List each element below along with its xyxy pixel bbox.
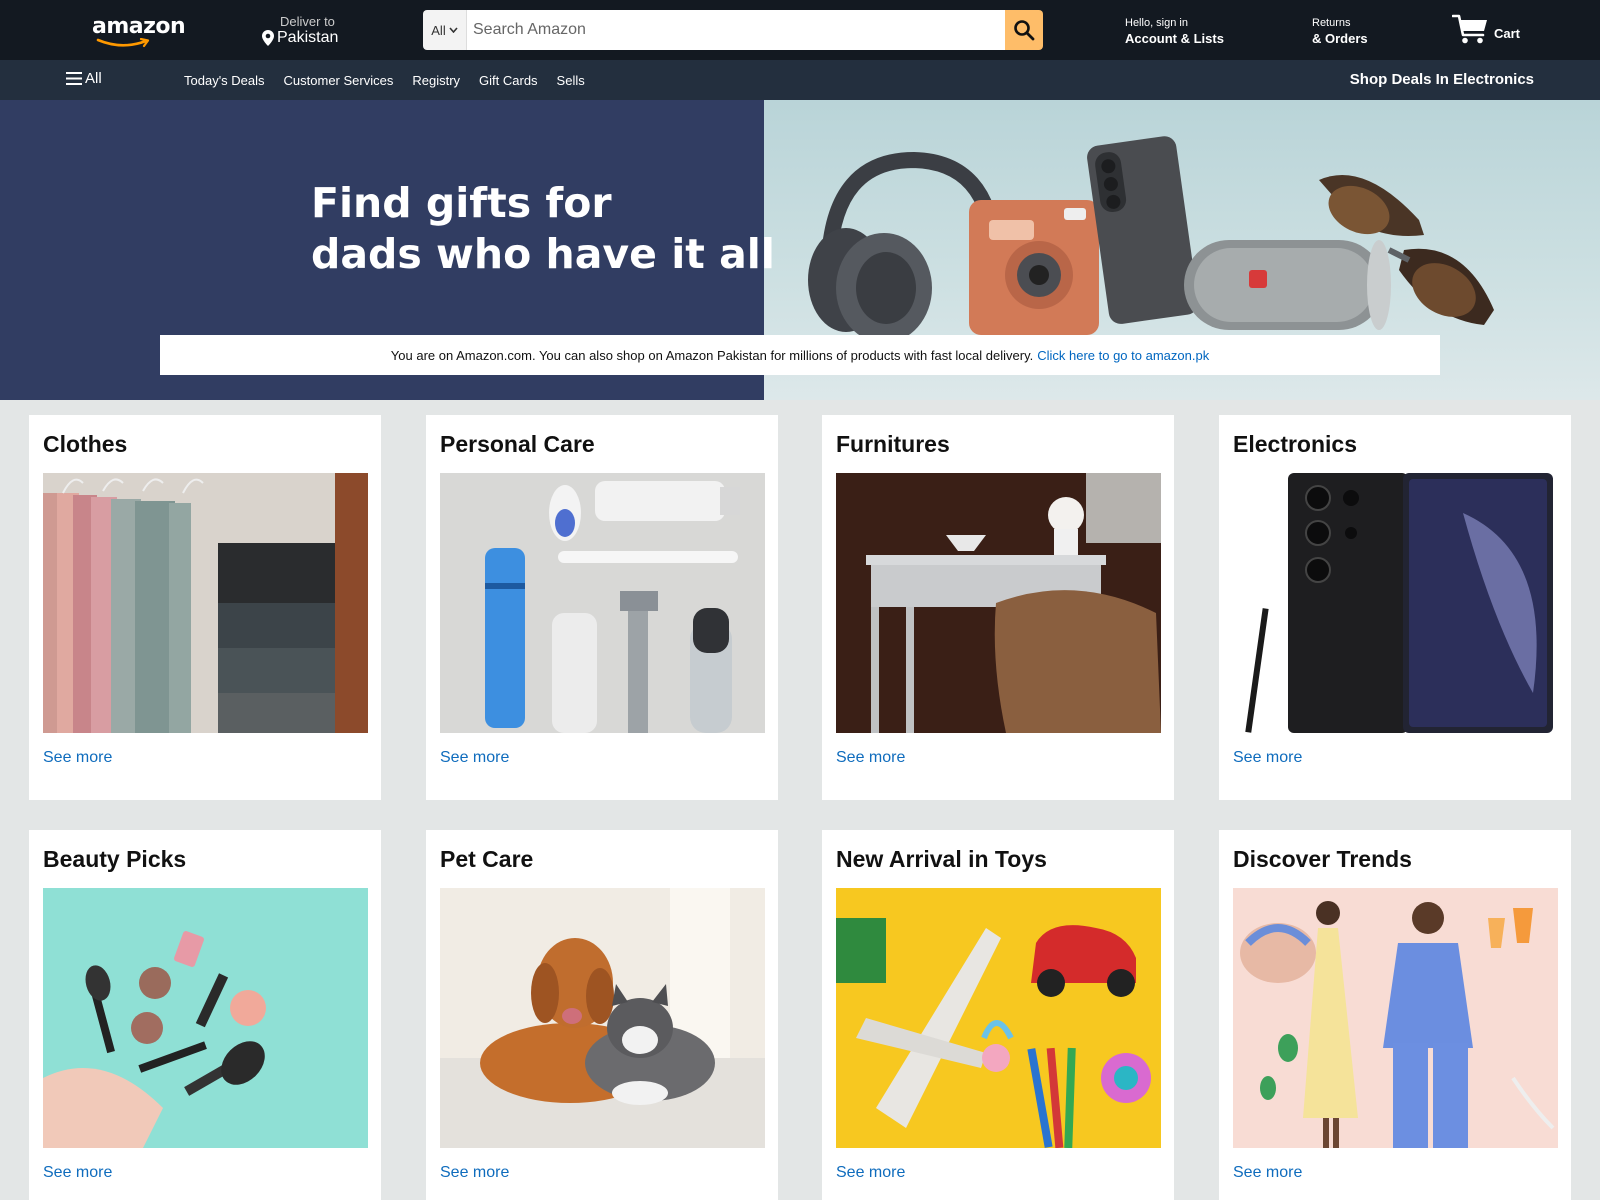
shop-deals-electronics-link[interactable]: Shop Deals In Electronics [1350,71,1534,88]
search-input[interactable] [467,10,1005,50]
cart-button[interactable]: Cart [1452,13,1520,45]
see-more-link[interactable]: See more [836,1164,1160,1182]
nav-link-sells[interactable]: Sells [557,73,585,88]
deliver-location: Pakistan [262,29,362,47]
cart-icon [1452,14,1487,44]
card-image-pet-care[interactable] [440,888,765,1148]
card-image-toys[interactable] [836,888,1161,1148]
card-title: Furnitures [836,431,950,457]
category-card-electronics[interactable]: Electronics See more [1219,415,1571,800]
pin-icon [262,30,274,46]
hero-banner[interactable]: Find gifts for dads who have it all You … [0,100,1600,400]
card-title: New Arrival in Toys [836,846,1047,872]
category-card-clothes[interactable]: Clothes See more [29,415,381,800]
card-image-clothes[interactable] [43,473,368,733]
category-card-pet-care[interactable]: Pet Care See more [426,830,778,1200]
nav-link-customer-services[interactable]: Customer Services [284,73,394,88]
go-to-amazon-pk-link[interactable]: Click here to go to amazon.pk [1037,348,1209,363]
hero-headline-line2: dads who have it all [311,230,775,278]
logo-text: amazon [92,14,186,39]
category-card-beauty-picks[interactable]: Beauty Picks See more [29,830,381,1200]
subnav-links: Today's Deals Customer Services Registry… [184,73,585,88]
card-title: Electronics [1233,431,1357,457]
search-category-label: All [431,22,446,38]
card-image-beauty-picks[interactable] [43,888,368,1148]
search-bar: All [423,10,1043,50]
card-image-personal-care[interactable] [440,473,765,733]
see-more-link[interactable]: See more [440,1164,764,1182]
account-lists[interactable]: Hello, sign in Account & Lists [1125,17,1224,46]
amazon-logo[interactable]: amazon [92,14,186,48]
deliver-country: Pakistan [277,29,339,46]
nav-link-registry[interactable]: Registry [412,73,460,88]
returns-orders[interactable]: Returns & Orders [1312,17,1368,46]
see-more-link[interactable]: See more [43,749,367,767]
category-card-discover-trends[interactable]: Discover Trends See more [1219,830,1571,1200]
card-image-electronics[interactable] [1233,473,1558,733]
card-title: Beauty Picks [43,846,187,872]
search-icon [1014,20,1035,41]
nav-link-todays-deals[interactable]: Today's Deals [184,73,265,88]
dropdown-caret-icon [449,27,458,33]
card-image-discover-trends[interactable] [1233,888,1558,1148]
all-menu-button[interactable]: All [66,70,102,87]
returns-label: Returns [1312,17,1351,29]
card-title: Clothes [43,431,128,457]
category-card-furnitures[interactable]: Furnitures See more [822,415,1174,800]
top-navbar: amazon Deliver to Pakistan All Search Am… [0,0,1600,60]
region-notice-text: You are on Amazon.com. You can also shop… [390,347,1034,363]
card-title: Personal Care [440,431,595,457]
orders-label: & Orders [1312,31,1368,46]
cart-label: Cart [1494,26,1521,41]
see-more-link[interactable]: See more [43,1164,367,1182]
account-label: Account & Lists [1125,31,1224,46]
region-notice-bar: You are on Amazon.com. You can also shop… [160,335,1440,375]
all-menu-label: All [85,70,102,87]
sub-navbar: All Today's Deals Customer Services Regi… [0,60,1600,100]
card-image-furnitures[interactable] [836,473,1161,733]
search-category-select[interactable]: All [423,10,467,50]
see-more-link[interactable]: See more [836,749,1160,767]
see-more-link[interactable]: See more [1233,749,1557,767]
logo-smile-icon [96,38,150,48]
deliver-to[interactable]: Deliver to Pakistan [262,14,362,47]
see-more-link[interactable]: See more [1233,1164,1557,1182]
category-card-toys[interactable]: New Arrival in Toys See more [822,830,1174,1200]
account-greeting: Hello, sign in [1125,17,1188,29]
see-more-link[interactable]: See more [440,749,764,767]
category-card-personal-care[interactable]: Personal Care See more [426,415,778,800]
nav-link-gift-cards[interactable]: Gift Cards [479,73,538,88]
hero-headline: Find gifts for dads who have it all [311,178,775,280]
card-title: Pet Care [440,846,534,872]
hero-headline-line1: Find gifts for [311,179,612,227]
card-title: Discover Trends [1233,846,1412,872]
deliver-label: Deliver to [280,14,335,29]
hamburger-icon [66,72,82,85]
search-button[interactable] [1005,10,1043,50]
